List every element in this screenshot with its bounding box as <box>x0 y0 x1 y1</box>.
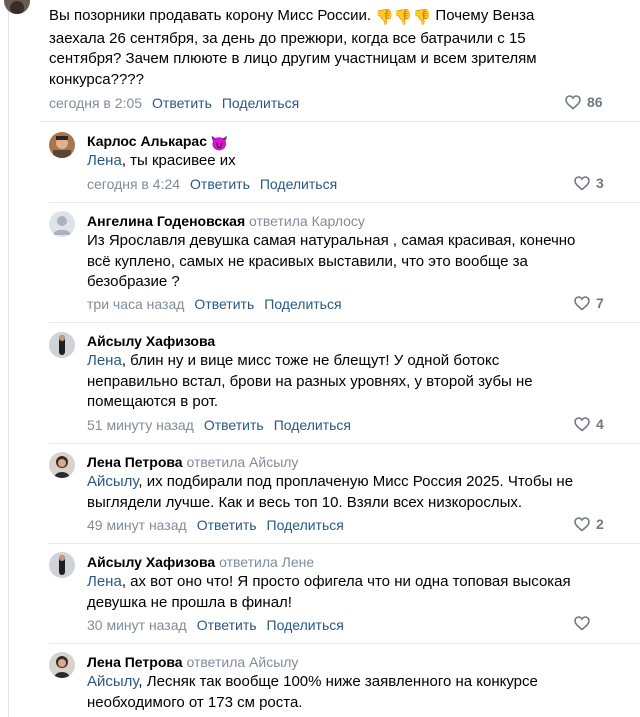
replied-to[interactable]: ответила Айсылу <box>186 654 298 670</box>
replied-to[interactable]: ответила Карлосу <box>249 213 365 229</box>
mention-link[interactable]: Айсылу <box>87 673 138 690</box>
reply-button[interactable]: Ответить <box>190 176 250 192</box>
share-button[interactable]: Поделиться <box>267 617 344 633</box>
share-button[interactable]: Поделиться <box>260 176 337 192</box>
share-button[interactable]: Поделиться <box>267 517 344 533</box>
comment-header: Айсылу Хафизова <box>87 332 215 350</box>
mention-link[interactable]: Лена <box>87 152 122 169</box>
comment-time[interactable]: 49 минут назад <box>87 517 187 533</box>
comment-text: Айсылу, их подбирали под проплаченую Мис… <box>87 473 574 511</box>
comment-meta: 51 минуту назад Ответить Поделиться <box>87 416 361 434</box>
mention-link[interactable]: Лена <box>87 352 122 369</box>
like-count: 4 <box>596 416 604 432</box>
comment-meta: три часа назад Ответить Поделиться <box>87 295 352 313</box>
like-count: 3 <box>596 175 604 191</box>
avatar[interactable] <box>49 552 75 578</box>
comment-header: Лена Петрова ответила Айсылу <box>87 653 298 671</box>
mention-link[interactable]: Айсылу <box>87 473 138 490</box>
comment-time[interactable]: 51 минуту назад <box>87 417 194 433</box>
comment-header: Ангелина Годеновская ответила Карлосу <box>87 212 365 230</box>
avatar[interactable] <box>49 132 75 158</box>
reply-button[interactable]: Ответить <box>194 296 254 312</box>
like-count: 86 <box>587 94 603 110</box>
comment-header: Лена Петрова ответила Айсылу <box>87 453 298 471</box>
divider <box>49 322 640 323</box>
replied-to[interactable]: ответила Лене <box>219 554 314 570</box>
divider <box>49 202 640 203</box>
avatar[interactable] <box>49 652 75 678</box>
comment-text: Айсылу, Лесняк так вообще 100% ниже заяв… <box>87 673 538 711</box>
comment-time[interactable]: сегодня в 4:24 <box>87 176 180 192</box>
share-button[interactable]: Поделиться <box>264 296 341 312</box>
thread-line <box>8 0 9 717</box>
avatar[interactable] <box>49 452 75 478</box>
divider <box>49 443 640 444</box>
heart-icon <box>574 175 590 191</box>
divider <box>49 643 640 644</box>
like-button[interactable]: 3 <box>574 175 604 191</box>
share-button[interactable]: Поделиться <box>274 417 351 433</box>
heart-icon <box>574 416 590 432</box>
comment-text: Из Ярославля девушка самая натуральная ,… <box>87 232 576 290</box>
thumbs-down-icon: 👎👎👎 <box>375 9 432 26</box>
devil-face-icon: 😈 <box>210 135 229 151</box>
reply-button[interactable]: Ответить <box>152 95 212 111</box>
heart-icon <box>574 616 590 631</box>
comment-text: Лена, блин ну и вице мисс тоже не блещут… <box>87 352 533 410</box>
like-count: 2 <box>596 516 604 532</box>
like-button[interactable]: 4 <box>574 416 604 432</box>
share-button[interactable]: Поделиться <box>222 95 299 111</box>
comment-text: Вы позорники продавать корону Мисс Росси… <box>49 7 537 88</box>
comment-header: Карлос Алькарас 😈 <box>87 132 228 152</box>
like-button[interactable] <box>574 616 590 631</box>
avatar[interactable] <box>49 332 75 358</box>
author-name[interactable]: Айсылу Хафизова <box>87 554 215 570</box>
avatar[interactable] <box>49 211 75 237</box>
mention-link[interactable]: Лена <box>87 573 122 590</box>
like-button[interactable]: 7 <box>574 295 604 311</box>
reply-button[interactable]: Ответить <box>197 517 257 533</box>
author-name[interactable]: Лена Петрова <box>87 454 183 470</box>
comment-header: Айсылу Хафизова ответила Лене <box>87 553 314 571</box>
heart-icon <box>574 295 590 311</box>
comment-time[interactable]: сегодня в 2:05 <box>49 95 142 111</box>
comment-meta: сегодня в 4:24 Ответить Поделиться <box>87 175 347 193</box>
comment-text: Лена, ах вот оно что! Я просто офигела ч… <box>87 573 571 611</box>
author-name[interactable]: Лена Петрова <box>87 654 183 670</box>
author-name[interactable]: Айсылу Хафизова <box>87 333 215 349</box>
like-count: 7 <box>596 295 604 311</box>
author-name[interactable]: Карлос Алькарас <box>87 133 207 149</box>
comment-text: Лена, ты красивее их <box>87 152 236 169</box>
reply-button[interactable]: Ответить <box>204 417 264 433</box>
replied-to[interactable]: ответила Айсылу <box>186 454 298 470</box>
author-name[interactable]: Ангелина Годеновская <box>87 213 245 229</box>
heart-icon <box>574 516 590 532</box>
like-button[interactable]: 86 <box>565 94 603 110</box>
comment-time[interactable]: 30 минут назад <box>87 617 187 633</box>
comment-time[interactable]: три часа назад <box>87 296 184 312</box>
comment-meta: 49 минут назад Ответить Поделиться <box>87 516 354 534</box>
comment-meta: сегодня в 2:05 Ответить Поделиться <box>49 94 309 112</box>
divider <box>40 121 640 122</box>
reply-button[interactable]: Ответить <box>197 617 257 633</box>
divider <box>49 543 640 544</box>
comment-meta: 30 минут назад Ответить Поделиться <box>87 616 354 634</box>
heart-icon <box>565 94 581 110</box>
like-button[interactable]: 2 <box>574 516 604 532</box>
